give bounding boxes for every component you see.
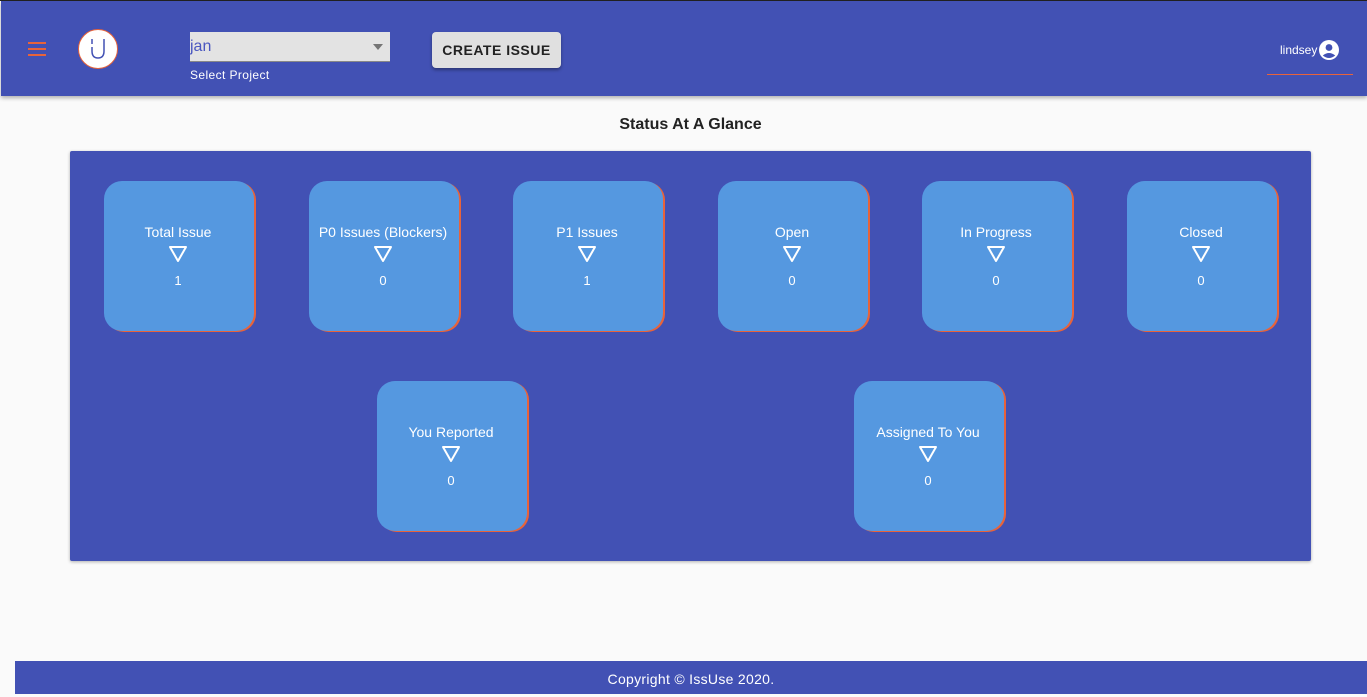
card-label: Assigned To You — [876, 424, 980, 440]
status-card-in-progress[interactable]: In Progress 0 — [922, 181, 1072, 331]
status-card-assigned-to-you[interactable]: Assigned To You 0 — [854, 381, 1004, 531]
triangle-down-outline-icon — [783, 246, 801, 262]
card-count: 0 — [447, 473, 455, 488]
username-label: lindsey — [1280, 43, 1318, 57]
triangle-down-outline-icon — [987, 246, 1005, 262]
card-label: Closed — [1179, 224, 1223, 240]
card-count: 0 — [788, 273, 796, 288]
logo-u-icon — [91, 39, 105, 59]
card-label: Total Issue — [144, 224, 212, 240]
triangle-down-outline-icon — [374, 246, 392, 262]
triangle-down-outline-icon — [919, 446, 937, 462]
project-select[interactable]: jan — [190, 32, 390, 62]
app-bar: jan Select Project CREATE ISSUE lindsey — [1, 1, 1367, 96]
card-count: 0 — [1197, 273, 1205, 288]
triangle-down-outline-icon — [1192, 246, 1210, 262]
page-title: Status At A Glance — [619, 116, 762, 133]
app-logo[interactable] — [78, 29, 118, 69]
hamburger-menu-icon[interactable] — [28, 42, 48, 58]
status-panel: Total Issue 1 P0 Issues (Blockers) 0 P1 … — [70, 151, 1311, 561]
card-count: 0 — [924, 473, 932, 488]
status-card-open[interactable]: Open 0 — [718, 181, 868, 331]
user-menu[interactable]: lindsey — [1267, 37, 1353, 75]
project-select-helper-text: Select Project — [190, 68, 270, 82]
card-label: Open — [774, 224, 810, 240]
copyright-text: Copyright © IssUse 2020. — [607, 671, 775, 687]
status-card-p0-issues[interactable]: P0 Issues (Blockers) 0 — [309, 181, 459, 331]
card-label: You Reported — [408, 424, 494, 440]
chevron-down-icon — [373, 44, 383, 50]
status-card-p1-issues[interactable]: P1 Issues 1 — [513, 181, 663, 331]
card-count: 0 — [379, 273, 387, 288]
status-card-you-reported[interactable]: You Reported 0 — [377, 381, 527, 531]
card-count: 0 — [992, 273, 1000, 288]
footer: Copyright © IssUse 2020. — [15, 661, 1367, 694]
card-count: 1 — [583, 273, 591, 288]
triangle-down-outline-icon — [578, 246, 596, 262]
triangle-down-outline-icon — [169, 246, 187, 262]
status-card-closed[interactable]: Closed 0 — [1127, 181, 1277, 331]
account-circle-icon — [1319, 40, 1339, 60]
project-select-value: jan — [190, 38, 212, 55]
card-label: P0 Issues (Blockers) — [318, 224, 448, 240]
card-label: In Progress — [960, 224, 1032, 240]
triangle-down-outline-icon — [442, 446, 460, 462]
create-issue-button[interactable]: CREATE ISSUE — [432, 32, 561, 68]
status-card-total-issue[interactable]: Total Issue 1 — [104, 181, 254, 331]
card-label: P1 Issues — [556, 224, 618, 240]
card-count: 1 — [174, 273, 182, 288]
